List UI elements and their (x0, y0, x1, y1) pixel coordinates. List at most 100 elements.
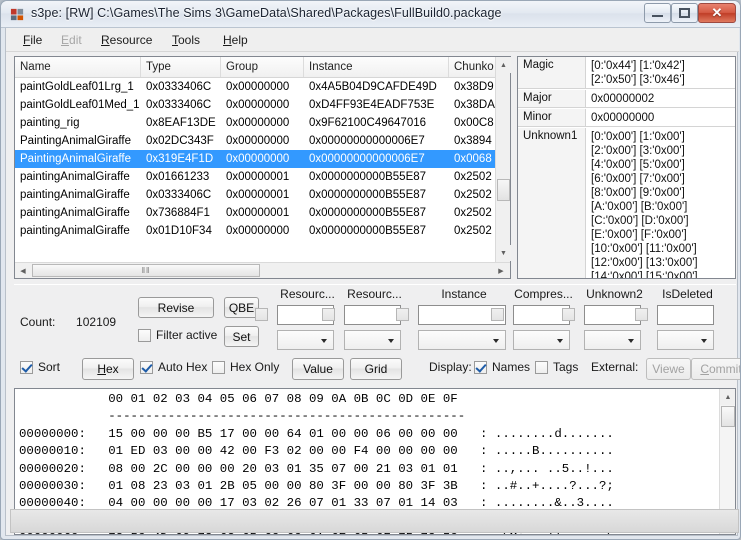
value-button[interactable]: Value (292, 358, 344, 380)
revise-button[interactable]: Revise (138, 297, 214, 318)
count-value: 102109 (76, 315, 117, 329)
auto-hex-label: Auto Hex (158, 360, 208, 374)
table-row[interactable]: paintingAnimalGiraffe 0x736884F1 0x0000000… (15, 204, 496, 222)
table-row[interactable]: PaintingAnimalGiraffe 0x02DC343F 0x0000000… (15, 132, 496, 150)
table-cell-chunk: 0x2502 (454, 207, 492, 219)
auto-hex-checkbox[interactable] (140, 361, 153, 374)
resource-list[interactable]: Name Type Group Instance Chunko paintGol… (14, 56, 511, 279)
scroll-up-icon[interactable]: ▲ (496, 57, 511, 73)
filter-field-dropdown[interactable] (277, 330, 334, 350)
sort-checkbox[interactable] (20, 361, 33, 374)
menu-bar: File Edit Resource Tools Help (6, 28, 739, 52)
viewer-button-label: Viewe (652, 362, 685, 376)
filter-active-checkbox[interactable] (138, 329, 151, 342)
hex-only-checkbox[interactable] (212, 361, 225, 374)
scroll-right-icon[interactable]: ▶ (493, 263, 509, 278)
table-cell-name: PaintingAnimalGiraffe (20, 153, 132, 165)
commit-button: Commit (691, 358, 740, 380)
set-button[interactable]: Set (224, 326, 259, 347)
table-row[interactable]: painting_rig 0x8EAF13DE 0x00000000 0x9F6210… (15, 114, 496, 132)
title-bar: s3pe: [RW] C:\Games\The Sims 3\GameData\… (1, 1, 740, 28)
filter-field-dropdown[interactable] (584, 330, 641, 350)
detail-row[interactable]: Major 0x00000002 (518, 90, 735, 108)
menu-resource[interactable]: Resource (98, 32, 155, 49)
table-row[interactable]: paintingAnimalGiraffe 0x01D10F34 0x0000000… (15, 222, 496, 240)
hex-only-label: Hex Only (230, 360, 280, 374)
names-checkbox[interactable] (474, 361, 487, 374)
detail-value: [0:'0x44'] [1:'0x42'] [2:'0x50'] [3:'0x4… (591, 60, 685, 86)
column-header-group[interactable]: Group (221, 57, 304, 77)
minimize-button[interactable] (644, 3, 671, 23)
table-cell-type: 0x8EAF13DE (146, 117, 216, 129)
menu-tools[interactable]: Tools (169, 32, 203, 49)
filter-field-header: Resourc... (280, 287, 335, 301)
external-label-text: External: (591, 360, 639, 374)
filter-field-dropdown[interactable] (657, 330, 714, 350)
table-cell-type: 0x0333406C (146, 189, 212, 201)
list-horizontal-thumb[interactable]: ‖‖ (32, 264, 260, 277)
table-cell-instance: 0x4A5B04D9CAFDE49D (309, 81, 437, 93)
table-cell-type: 0x02DC343F (146, 135, 214, 147)
list-vertical-scrollbar[interactable]: ▲ ▼ (495, 57, 511, 262)
table-row[interactable]: PaintingAnimalGiraffe 0x319E4F1D 0x0000000… (15, 150, 496, 168)
grid-button[interactable]: Grid (350, 358, 402, 380)
close-icon: ✕ (711, 5, 723, 20)
filter-field-checkbox[interactable] (322, 308, 335, 321)
column-header-chunk[interactable]: Chunko (449, 57, 496, 77)
table-cell-instance: 0x00000000000006E7 (309, 153, 425, 165)
maximize-button[interactable] (671, 3, 698, 23)
hex-scroll-up-icon[interactable]: ▲ (720, 389, 735, 405)
table-cell-instance: 0x9F62100C49647016 (309, 117, 427, 129)
table-cell-type: 0x0333406C (146, 81, 212, 93)
filter-field-checkbox[interactable] (491, 308, 504, 321)
column-header-instance[interactable]: Instance (304, 57, 449, 77)
table-cell-type: 0x736884F1 (146, 207, 210, 219)
filter-field-dropdown[interactable] (344, 330, 401, 350)
table-cell-group: 0x00000000 (226, 225, 290, 237)
table-cell-chunk: 0x3894 (454, 135, 492, 147)
list-column-headers: Name Type Group Instance Chunko (15, 57, 510, 78)
filter-field-dropdown[interactable] (418, 330, 506, 350)
hex-button-label: Hex (97, 362, 119, 376)
detail-value: 0x00000000 (591, 112, 655, 124)
scroll-left-icon[interactable]: ◀ (15, 263, 31, 278)
scroll-down-icon[interactable]: ▼ (496, 245, 511, 261)
detail-key: Minor (518, 109, 586, 126)
filter-field-dropdown[interactable] (513, 330, 570, 350)
filter-field-checkbox[interactable] (255, 308, 268, 321)
table-cell-instance: 0xD4FF93E4EADF753E (309, 99, 435, 111)
table-row[interactable]: paintingAnimalGiraffe 0x01661233 0x0000000… (15, 168, 496, 186)
table-cell-group: 0x00000000 (226, 135, 290, 147)
column-header-type[interactable]: Type (141, 57, 221, 77)
package-header-detail[interactable]: Magic [0:'0x44'] [1:'0x42'] [2:'0x50'] [3… (517, 56, 736, 279)
table-row[interactable]: paintGoldLeaf01Lrg_1 0x0333406C 0x00000000… (15, 78, 496, 96)
detail-row[interactable]: Magic [0:'0x44'] [1:'0x42'] [2:'0x50'] [3… (518, 57, 735, 89)
menu-help[interactable]: Help (220, 32, 251, 49)
table-row[interactable]: paintingAnimalGiraffe 0x0333406C 0x0000000… (15, 186, 496, 204)
filter-field-checkbox[interactable] (396, 308, 409, 321)
detail-row[interactable]: Minor 0x00000000 (518, 109, 735, 127)
count-display: Count: 102109 (20, 315, 116, 329)
menu-file[interactable]: File (20, 32, 45, 49)
filter-field-checkbox[interactable] (562, 308, 575, 321)
filter-field-input[interactable] (657, 305, 714, 325)
count-label-text: Count: (20, 315, 56, 329)
filter-field-input[interactable] (584, 305, 641, 325)
close-button[interactable]: ✕ (698, 3, 736, 23)
table-cell-name: paintingAnimalGiraffe (20, 207, 130, 219)
hex-button[interactable]: Hex (82, 358, 134, 380)
list-horizontal-scrollbar[interactable]: ◀ ‖‖ ▶ (15, 262, 510, 278)
filter-field-input[interactable] (344, 305, 401, 325)
hex-vertical-thumb[interactable] (721, 406, 735, 427)
application-window: s3pe: [RW] C:\Games\The Sims 3\GameData\… (0, 0, 741, 540)
column-header-name[interactable]: Name (15, 57, 141, 77)
table-row[interactable]: paintGoldLeaf01Med_1 0x0333406C 0x00000000… (15, 96, 496, 114)
filter-field-header: Unknown2 (586, 287, 643, 301)
table-cell-name: paintGoldLeaf01Lrg_1 (20, 81, 134, 93)
qbe-button[interactable]: QBE (224, 297, 259, 318)
list-vertical-thumb[interactable] (497, 179, 510, 201)
viewer-button: Viewe (646, 358, 691, 380)
tags-checkbox[interactable] (535, 361, 548, 374)
detail-row[interactable]: Unknown1 [0:'0x00'] [1:'0x00'] [2:'0x00']… (518, 128, 735, 278)
filter-field-checkbox[interactable] (635, 308, 648, 321)
